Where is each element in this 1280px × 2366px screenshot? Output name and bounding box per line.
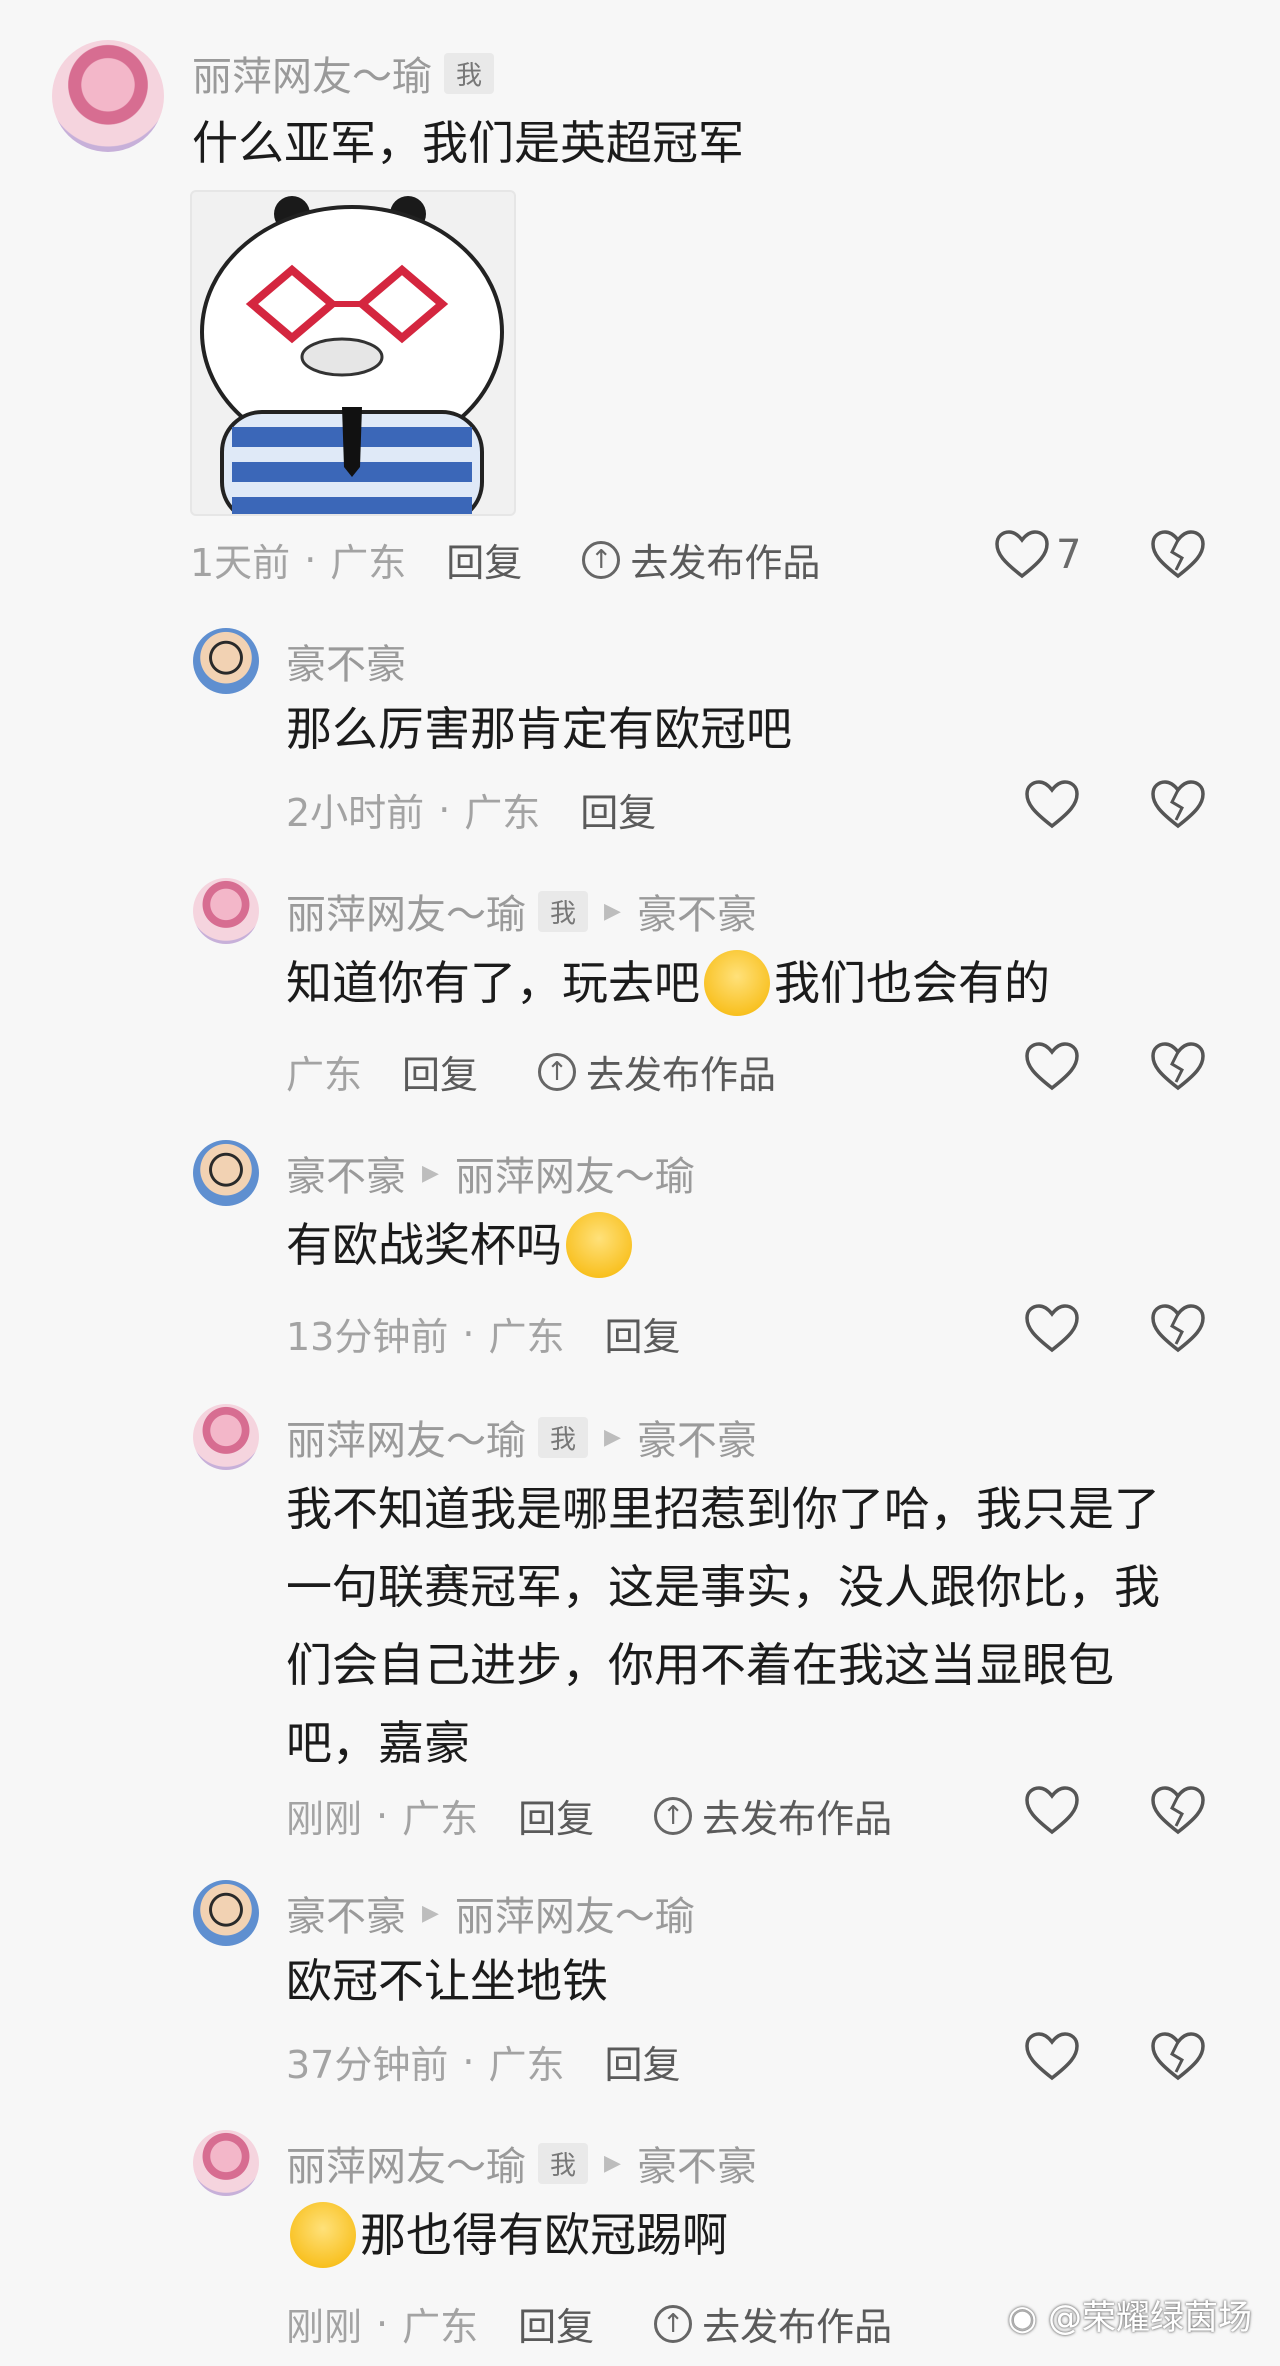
comment-meta: 2小时前 · 广东 回复 bbox=[286, 782, 656, 837]
comment-text: 有欧战奖杯吗 bbox=[286, 1206, 636, 1284]
me-badge: 我 bbox=[538, 2142, 589, 2184]
meta-separator: · bbox=[376, 2301, 389, 2346]
reply-to-author[interactable]: 丽萍网友～瑜 bbox=[455, 1144, 695, 1202]
upload-arrow-icon: ↑ bbox=[538, 1052, 577, 1091]
comment-text: 什么亚军，我们是英超冠军 bbox=[192, 116, 744, 170]
reply-button[interactable]: 回复 bbox=[446, 532, 522, 587]
reply-arrow-icon: ▶ bbox=[422, 1900, 439, 1926]
heart-icon[interactable] bbox=[1024, 1042, 1080, 1092]
upload-arrow-icon: ↑ bbox=[654, 2304, 693, 2343]
laughing-crying-emoji-icon bbox=[290, 2201, 356, 2268]
heart-eyes-emoji-icon bbox=[566, 1211, 632, 1278]
reply-arrow-icon: ▶ bbox=[604, 1424, 621, 1450]
upload-arrow-icon: ↑ bbox=[582, 540, 621, 579]
avatar[interactable] bbox=[193, 2130, 259, 2196]
comment-author[interactable]: 豪不豪 ▶ 丽萍网友～瑜 bbox=[286, 1144, 695, 1202]
comment-location: 广东 bbox=[464, 791, 541, 835]
comment-author[interactable]: 丽萍网友～瑜 我 ▶ 豪不豪 bbox=[286, 882, 757, 940]
avatar[interactable] bbox=[193, 878, 259, 944]
dislike-heart-icon[interactable] bbox=[1150, 1304, 1206, 1354]
comment-time: 2小时前 bbox=[286, 791, 425, 835]
reply-to-author[interactable]: 豪不豪 bbox=[637, 1408, 757, 1466]
comment-time: 1天前 bbox=[190, 541, 291, 585]
meta-separator: · bbox=[438, 787, 451, 832]
comment-meta: 广东 回复 ↑ 去发布作品 bbox=[286, 1044, 776, 1099]
post-work-button[interactable]: ↑ 去发布作品 bbox=[582, 532, 820, 587]
comment-location: 广东 bbox=[488, 1315, 565, 1359]
post-work-button[interactable]: ↑ 去发布作品 bbox=[654, 1788, 892, 1843]
reply-button[interactable]: 回复 bbox=[518, 2296, 594, 2351]
reply-arrow-icon: ▶ bbox=[604, 2150, 621, 2176]
comment-meta: 刚刚 · 广东 回复 ↑ 去发布作品 bbox=[286, 2296, 892, 2351]
avatar[interactable] bbox=[193, 1880, 259, 1946]
comment-author[interactable]: 豪不豪 bbox=[286, 632, 406, 690]
like-count: 7 bbox=[1056, 532, 1082, 578]
comment-meta: 37分钟前 · 广东 回复 bbox=[286, 2034, 680, 2089]
comment-time: 刚刚 bbox=[286, 2305, 363, 2349]
avatar[interactable] bbox=[52, 40, 164, 152]
comment-time: 37分钟前 bbox=[286, 2043, 449, 2087]
meta-separator: · bbox=[462, 1311, 475, 1356]
upload-arrow-icon: ↑ bbox=[654, 1796, 693, 1835]
comment-text: 欧冠不让坐地铁 bbox=[286, 1954, 608, 2008]
meta-separator: · bbox=[462, 2039, 475, 2084]
meta-separator: · bbox=[376, 1793, 389, 1838]
comment-meta: 13分钟前 · 广东 回复 bbox=[286, 1306, 680, 1361]
heart-icon[interactable] bbox=[1024, 780, 1080, 830]
avatar[interactable] bbox=[193, 1140, 259, 1206]
grinning-emoji-icon bbox=[704, 949, 770, 1016]
avatar[interactable] bbox=[193, 628, 259, 694]
reply-to-author[interactable]: 丽萍网友～瑜 bbox=[455, 1884, 695, 1942]
reply-to-author[interactable]: 豪不豪 bbox=[637, 882, 757, 940]
comment-meta: 刚刚 · 广东 回复 ↑ 去发布作品 bbox=[286, 1788, 892, 1843]
meta-separator: · bbox=[304, 537, 317, 582]
comment-text: 那也得有欧冠踢啊 bbox=[286, 2196, 728, 2274]
comment-text: 那么厉害那肯定有欧冠吧 bbox=[286, 702, 792, 756]
dislike-heart-icon[interactable] bbox=[1150, 780, 1206, 830]
me-badge: 我 bbox=[538, 1416, 589, 1458]
comment-location: 广东 bbox=[402, 1797, 479, 1841]
heart-icon[interactable] bbox=[1024, 1304, 1080, 1354]
reply-to-author[interactable]: 豪不豪 bbox=[637, 2134, 757, 2192]
comment-author[interactable]: 丽萍网友～瑜 我 ▶ 豪不豪 bbox=[286, 2134, 757, 2192]
comment-time: 刚刚 bbox=[286, 1797, 363, 1841]
post-work-button[interactable]: ↑ 去发布作品 bbox=[654, 2296, 892, 2351]
dislike-heart-icon[interactable] bbox=[1150, 530, 1206, 580]
reply-button[interactable]: 回复 bbox=[604, 1306, 680, 1361]
comment-location: 广东 bbox=[286, 1053, 363, 1097]
comment-time: 13分钟前 bbox=[286, 1315, 449, 1359]
comment-text: 我不知道我是哪里招惹到你了哈，我只是了 一句联赛冠军，这是事实，没人跟你比，我 … bbox=[286, 1482, 1160, 1770]
reply-arrow-icon: ▶ bbox=[604, 898, 621, 924]
sticker-image[interactable] bbox=[190, 190, 516, 516]
comment-author[interactable]: 丽萍网友～瑜 我 ▶ 豪不豪 bbox=[286, 1408, 757, 1466]
reply-button[interactable]: 回复 bbox=[402, 1044, 478, 1099]
comment-location: 广东 bbox=[488, 2043, 565, 2087]
watermark: ◉ @荣耀绿茵场 bbox=[1007, 2298, 1252, 2338]
reply-arrow-icon: ▶ bbox=[422, 1160, 439, 1186]
comment-author[interactable]: 丽萍网友～瑜 我 bbox=[192, 44, 495, 102]
dislike-heart-icon[interactable] bbox=[1150, 1786, 1206, 1836]
heart-icon[interactable] bbox=[1024, 2032, 1080, 2082]
comment-text: 知道你有了，玩去吧 我们也会有的 bbox=[286, 944, 1050, 1022]
avatar[interactable] bbox=[193, 1404, 259, 1470]
me-badge: 我 bbox=[444, 52, 495, 94]
heart-icon[interactable] bbox=[994, 530, 1050, 580]
reply-button[interactable]: 回复 bbox=[580, 782, 656, 837]
heart-icon[interactable] bbox=[1024, 1786, 1080, 1836]
comment-location: 广东 bbox=[402, 2305, 479, 2349]
reply-button[interactable]: 回复 bbox=[604, 2034, 680, 2089]
me-badge: 我 bbox=[538, 890, 589, 932]
panda-sticker-icon bbox=[200, 196, 504, 514]
comment-author[interactable]: 豪不豪 ▶ 丽萍网友～瑜 bbox=[286, 1884, 695, 1942]
dislike-heart-icon[interactable] bbox=[1150, 1042, 1206, 1092]
post-work-button[interactable]: ↑ 去发布作品 bbox=[538, 1044, 776, 1099]
comment-meta: 1天前 · 广东 回复 ↑ 去发布作品 bbox=[190, 532, 820, 587]
reply-button[interactable]: 回复 bbox=[518, 1788, 594, 1843]
comment-location: 广东 bbox=[330, 541, 407, 585]
dislike-heart-icon[interactable] bbox=[1150, 2032, 1206, 2082]
weibo-icon: ◉ bbox=[1007, 2298, 1038, 2338]
